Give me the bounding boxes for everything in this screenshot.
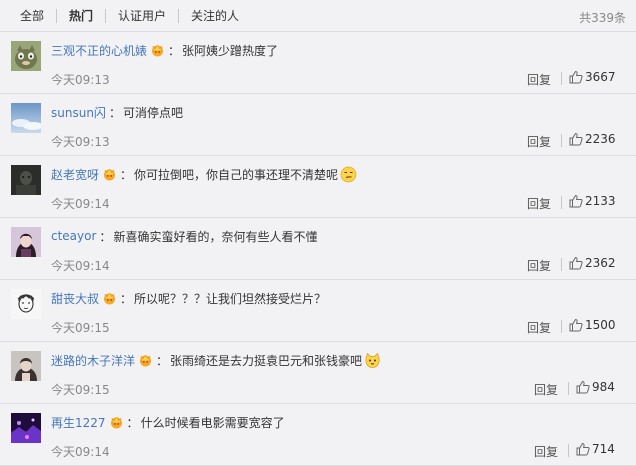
action-divider: [561, 258, 562, 271]
username-link[interactable]: sunsun闪: [51, 104, 106, 121]
colon-separator: ：: [120, 167, 133, 182]
tab-verified-users[interactable]: 认证用户: [105, 8, 178, 23]
total-comment-count: 共339条: [579, 11, 626, 25]
action-divider: [561, 320, 562, 333]
vip-crown-icon: [109, 415, 124, 429]
comment-item: 甜丧大叔 ：所以呢？？？让我们坦然接受烂片？ 今天09:15 回复 1500: [0, 280, 636, 342]
comment-body: sunsun闪：可消停点吧: [51, 103, 183, 121]
tab-following[interactable]: 关注的人: [178, 8, 251, 23]
like-button[interactable]: 3667: [569, 70, 616, 84]
like-count: 714: [592, 442, 615, 456]
smirk-emoji-icon: [340, 166, 357, 183]
avatar[interactable]: [11, 227, 41, 257]
vip-crown-icon: [138, 353, 153, 367]
action-divider: [561, 134, 562, 147]
comment-body: 三观不正的心机婊 ：张阿姨少蹭热度了: [51, 41, 278, 59]
comment-filter-bar: 全部 热门 认证用户 关注的人 共339条: [0, 0, 636, 32]
colon-separator: ：: [168, 43, 181, 58]
username-link[interactable]: 再生1227: [51, 414, 106, 431]
thumbs-up-icon: [576, 442, 590, 456]
username-link[interactable]: 赵老宽呀: [51, 166, 99, 183]
comment-body: 赵老宽呀 ：你可拉倒吧，你自己的事还理不清楚呢: [51, 165, 357, 183]
reply-button[interactable]: 回复: [534, 443, 558, 460]
reply-button[interactable]: 回复: [527, 319, 551, 336]
vip-crown-icon: [102, 291, 117, 305]
comment-text: 所以呢？？？让我们坦然接受烂片？: [134, 291, 327, 306]
comment-body: cteayor：新喜确实蛮好看的，奈何有些人看不懂: [51, 227, 317, 245]
action-divider: [568, 444, 569, 457]
avatar[interactable]: [11, 413, 41, 443]
like-button[interactable]: 2362: [569, 256, 616, 270]
thumbs-up-icon: [569, 256, 583, 270]
avatar[interactable]: [11, 289, 41, 319]
like-count: 3667: [585, 70, 616, 84]
comment-item: 三观不正的心机婊 ：张阿姨少蹭热度了今天09:13 回复 3667: [0, 32, 636, 94]
comment-item: 赵老宽呀 ：你可拉倒吧，你自己的事还理不清楚呢今天09:14 回复 2133: [0, 156, 636, 218]
reply-button[interactable]: 回复: [527, 71, 551, 88]
tab-hot[interactable]: 热门: [56, 8, 105, 23]
comment-time: 今天09:14: [51, 197, 110, 211]
comment-time: 今天09:14: [51, 259, 110, 273]
avatar[interactable]: [11, 165, 41, 195]
like-button[interactable]: 714: [576, 442, 615, 456]
like-count: 1500: [585, 318, 616, 332]
like-count: 2362: [585, 256, 616, 270]
comment-time: 今天09:13: [51, 73, 110, 87]
reply-button[interactable]: 回复: [527, 257, 551, 274]
comment-body: 再生1227 ：什么时候看电影需要宽容了: [51, 413, 285, 431]
reply-button[interactable]: 回复: [534, 381, 558, 398]
comment-text: 你可拉倒吧，你自己的事还理不清楚呢: [134, 167, 339, 182]
action-divider: [568, 382, 569, 395]
comment-text: 张阿姨少蹭热度了: [182, 43, 279, 58]
thumbs-up-icon: [569, 132, 583, 146]
colon-separator: ：: [126, 415, 139, 430]
comment-item: 迷路的木子洋洋 ：张雨绮还是去力挺袁巴元和张钱豪吧今天09:15 回复 984: [0, 342, 636, 404]
tab-all[interactable]: 全部: [8, 9, 56, 23]
comment-text: 可消停点吧: [122, 105, 183, 120]
username-link[interactable]: cteayor: [51, 229, 96, 243]
comment-body: 迷路的木子洋洋 ：张雨绮还是去力挺袁巴元和张钱豪吧: [51, 351, 381, 369]
like-count: 984: [592, 380, 615, 394]
avatar[interactable]: [11, 41, 41, 71]
username-link[interactable]: 迷路的木子洋洋: [51, 352, 135, 369]
thumbs-up-icon: [569, 194, 583, 208]
thumbs-up-icon: [576, 380, 590, 394]
action-divider: [561, 196, 562, 209]
vip-crown-icon: [102, 167, 117, 181]
avatar[interactable]: [11, 351, 41, 381]
comment-time: 今天09:13: [51, 135, 110, 149]
comment-time: 今天09:14: [51, 445, 110, 459]
colon-separator: ：: [108, 105, 121, 120]
comment-body: 甜丧大叔 ：所以呢？？？让我们坦然接受烂片？: [51, 289, 326, 307]
comment-text: 什么时候看电影需要宽容了: [140, 415, 285, 430]
thumbs-up-icon: [569, 70, 583, 84]
comment-item: sunsun闪：可消停点吧今天09:13 回复 2236: [0, 94, 636, 156]
avatar[interactable]: [11, 103, 41, 133]
comment-item: cteayor：新喜确实蛮好看的，奈何有些人看不懂今天09:14 回复 2362: [0, 218, 636, 280]
thumbs-up-icon: [569, 318, 583, 332]
comment-text: 张雨绮还是去力挺袁巴元和张钱豪吧: [170, 353, 363, 368]
comment-time: 今天09:15: [51, 321, 110, 335]
username-link[interactable]: 甜丧大叔: [51, 290, 99, 307]
like-button[interactable]: 1500: [569, 318, 616, 332]
cat-emoji-icon: [364, 352, 381, 369]
username-link[interactable]: 三观不正的心机婊: [51, 42, 147, 59]
like-button[interactable]: 2133: [569, 194, 616, 208]
vip-crown-icon: [150, 43, 165, 57]
like-button[interactable]: 984: [576, 380, 615, 394]
like-button[interactable]: 2236: [569, 132, 616, 146]
reply-button[interactable]: 回复: [527, 195, 551, 212]
comment-time: 今天09:15: [51, 383, 110, 397]
action-divider: [561, 72, 562, 85]
like-count: 2236: [585, 132, 616, 146]
reply-button[interactable]: 回复: [527, 133, 551, 150]
comment-item: 再生1227 ：什么时候看电影需要宽容了今天09:14 回复 714: [0, 404, 636, 466]
colon-separator: ：: [120, 291, 133, 306]
colon-separator: ：: [99, 229, 112, 244]
comment-text: 新喜确实蛮好看的，奈何有些人看不懂: [113, 229, 318, 244]
colon-separator: ：: [156, 353, 169, 368]
like-count: 2133: [585, 194, 616, 208]
